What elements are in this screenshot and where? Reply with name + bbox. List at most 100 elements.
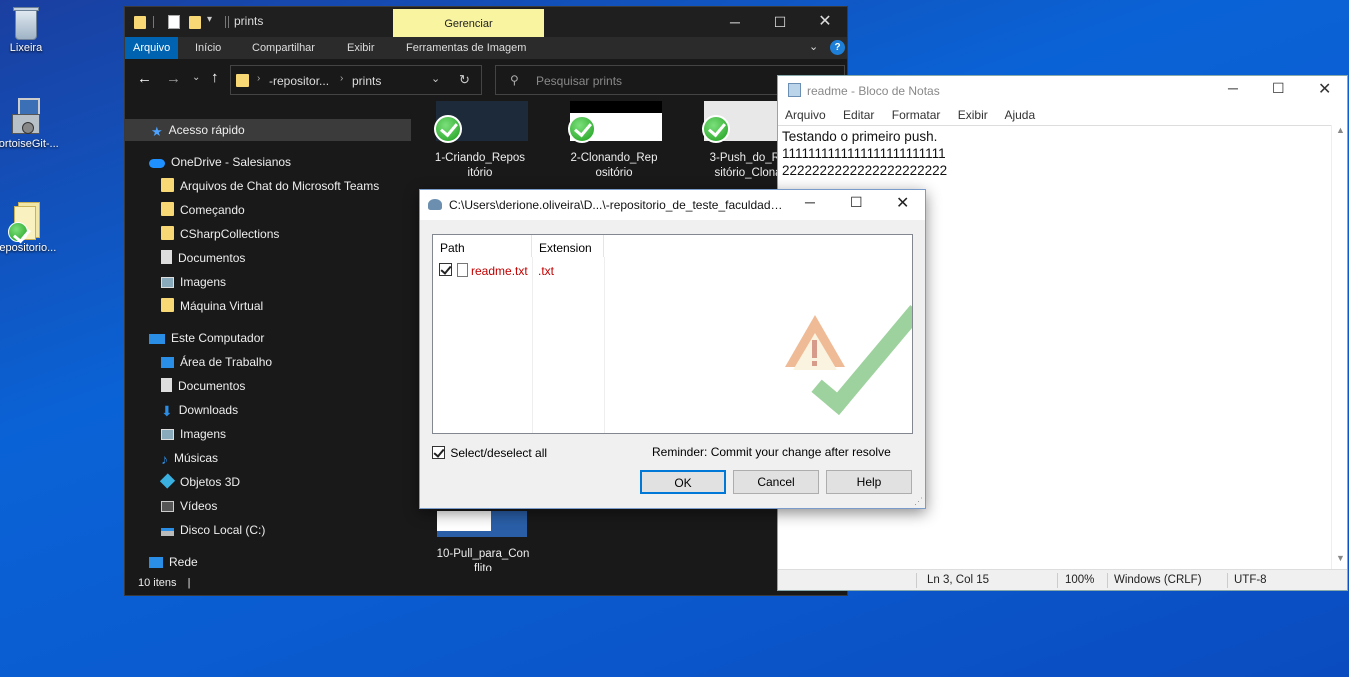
text-file-icon <box>457 263 468 277</box>
explorer-titlebar: ▾ prints Gerenciar ─ ☐ ✕ <box>125 7 847 37</box>
nav-item-teams-chat-files[interactable]: Arquivos de Chat do Microsoft Teams <box>161 175 379 197</box>
tab-label: Ferramentas de Imagem <box>406 42 527 54</box>
nav-item-csharpcollections[interactable]: CSharpCollections <box>161 223 279 245</box>
ribbon-expand-icon[interactable]: ⌄ <box>809 40 818 53</box>
folder-icon <box>161 202 174 216</box>
maximize-button[interactable]: ☐ <box>1272 80 1285 97</box>
file-name-line: itório <box>467 167 493 179</box>
notepad-app-icon <box>788 83 801 97</box>
git-clean-check-icon <box>8 222 28 242</box>
menu-ajuda[interactable]: Ajuda <box>1004 108 1035 122</box>
nav-item-onedrive[interactable]: OneDrive - Salesianos <box>149 151 291 173</box>
minimize-button[interactable]: ─ <box>805 194 815 210</box>
up-arrow-icon[interactable]: ↑ <box>211 69 219 86</box>
scroll-up-icon[interactable]: ▲ <box>1336 125 1345 135</box>
nav-label: Este Computador <box>171 331 265 345</box>
tortoisegit-icon <box>428 199 442 210</box>
item-count: 10 itens <box>138 577 177 589</box>
chevron-right-icon: › <box>257 73 261 84</box>
nav-item-imagens-onedrive[interactable]: Imagens <box>161 271 226 293</box>
close-button[interactable]: ✕ <box>802 7 847 37</box>
nav-item-this-pc[interactable]: Este Computador <box>149 327 264 349</box>
file-item[interactable]: 1-Criando_Repos itório <box>415 101 545 181</box>
desktop-icon-recycle-bin[interactable]: Lixeira <box>0 0 63 54</box>
separator <box>153 16 154 28</box>
breadcrumb-item[interactable]: prints <box>352 74 381 88</box>
desktop-icon-repositorio[interactable]: repositorio... <box>0 195 63 254</box>
nav-item-documentos-onedrive[interactable]: Documentos <box>161 247 245 269</box>
nav-item-objetos-3d[interactable]: Objetos 3D <box>159 471 240 493</box>
resize-grip-icon[interactable]: ⋰ <box>914 496 923 507</box>
file-item[interactable]: 2-Clonando_Rep ositório <box>549 101 679 181</box>
properties-icon[interactable] <box>168 15 180 29</box>
network-icon <box>149 557 163 568</box>
tab-exibir[interactable]: Exibir <box>339 37 383 59</box>
menu-formatar[interactable]: Formatar <box>892 108 941 122</box>
refresh-icon[interactable]: ↻ <box>459 72 470 88</box>
breadcrumb-item[interactable]: -repositor... <box>269 74 329 88</box>
select-all-checkbox[interactable]: Select/deselect all <box>432 446 547 460</box>
help-button[interactable]: Help <box>826 470 912 494</box>
nav-item-comecando[interactable]: Começando <box>161 199 245 221</box>
nav-item-rede[interactable]: Rede <box>149 551 198 573</box>
status-divider <box>1227 573 1228 588</box>
menu-exibir[interactable]: Exibir <box>958 108 988 122</box>
file-item[interactable]: 10-Pull_para_Con flito <box>415 511 551 577</box>
close-button[interactable]: ✕ <box>896 193 909 213</box>
close-button[interactable]: ✕ <box>1318 79 1331 99</box>
folder-icon[interactable] <box>134 16 146 29</box>
ok-button[interactable]: OK <box>640 470 726 494</box>
nav-label: Documentos <box>178 379 246 393</box>
checkbox[interactable] <box>432 446 445 459</box>
video-icon <box>161 501 174 512</box>
minimize-button[interactable]: ─ <box>712 7 758 37</box>
folder-icon <box>236 74 249 87</box>
window-title: prints <box>234 14 264 28</box>
context-tab-gerenciar[interactable]: Gerenciar <box>393 9 544 37</box>
row-checkbox[interactable] <box>439 263 452 276</box>
nav-item-area-de-trabalho[interactable]: Área de Trabalho <box>161 351 272 373</box>
nav-item-quick-access[interactable]: ★ Acesso rápido <box>151 119 245 141</box>
tab-arquivo[interactable]: Arquivo <box>125 37 179 59</box>
cancel-button[interactable]: Cancel <box>733 470 819 494</box>
star-icon: ★ <box>151 124 163 139</box>
minimize-button[interactable]: ─ <box>1228 80 1238 96</box>
folder-icon <box>8 198 44 242</box>
tab-compartilhar[interactable]: Compartilhar <box>244 37 323 59</box>
tab-inicio[interactable]: Início <box>187 37 229 59</box>
address-bar[interactable]: › -repositor... › prints ⌄ ↻ <box>230 65 482 95</box>
recent-locations-icon[interactable]: ⌄ <box>192 72 200 83</box>
customize-toolbar-icon[interactable]: ▾ <box>207 14 212 25</box>
address-dropdown-icon[interactable]: ⌄ <box>431 72 440 85</box>
help-icon[interactable]: ? <box>830 40 845 55</box>
back-arrow-icon[interactable]: ← <box>137 70 152 87</box>
menu-editar[interactable]: Editar <box>843 108 874 122</box>
context-tab-label: Gerenciar <box>444 18 493 30</box>
cursor-position: Ln 3, Col 15 <box>927 574 990 586</box>
nav-item-disco-local[interactable]: Disco Local (C:) <box>161 519 265 541</box>
scroll-down-icon[interactable]: ▼ <box>1336 553 1345 563</box>
forward-arrow-icon[interactable]: → <box>166 70 181 87</box>
nav-item-downloads[interactable]: ⬇ Downloads <box>161 399 238 421</box>
nav-item-documentos[interactable]: Documentos <box>161 375 245 397</box>
dialog-title: C:\Users\derione.oliveira\D...\-reposito… <box>449 198 789 212</box>
nav-item-videos[interactable]: Vídeos <box>161 495 217 517</box>
folder-icon <box>161 178 174 192</box>
menu-arquivo[interactable]: Arquivo <box>785 108 826 122</box>
nav-item-maquina-virtual[interactable]: Máquina Virtual <box>161 295 263 317</box>
table-row[interactable]: readme.txt .txt <box>437 262 637 280</box>
maximize-button[interactable]: ☐ <box>757 7 803 37</box>
vertical-scrollbar[interactable]: ▲ ▼ <box>1331 125 1347 569</box>
column-header-extension[interactable]: Extension <box>532 235 604 257</box>
new-folder-icon[interactable] <box>189 16 201 29</box>
desktop-icon-tortoisegit[interactable]: TortoiseGit-... <box>0 93 63 150</box>
navigation-pane: ★ Acesso rápido OneDrive - Salesianos Arq… <box>125 117 413 573</box>
nav-item-imagens[interactable]: Imagens <box>161 423 226 445</box>
window-title: readme - Bloco de Notas <box>807 84 940 98</box>
maximize-button[interactable]: ☐ <box>850 194 863 211</box>
nav-item-musicas[interactable]: ♪ Músicas <box>161 447 218 469</box>
column-header-path[interactable]: Path <box>433 235 532 257</box>
column-divider <box>604 257 605 433</box>
music-note-icon: ♪ <box>161 451 168 467</box>
tab-ferramentas-de-imagem[interactable]: Ferramentas de Imagem <box>398 37 534 59</box>
